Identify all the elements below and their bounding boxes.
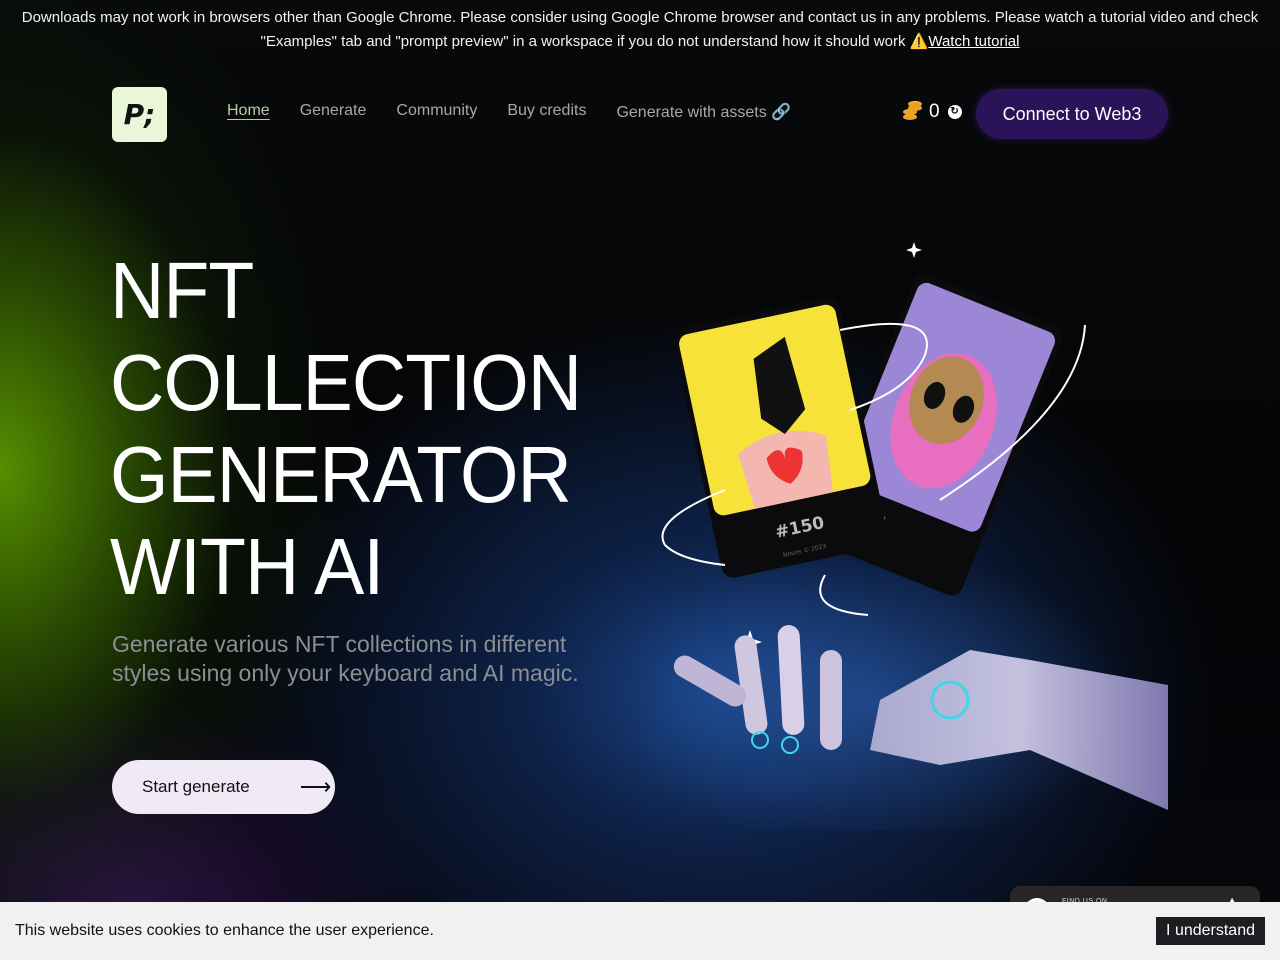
hero-title-line: WITH AI [110, 522, 384, 611]
notice-text: Downloads may not work in browsers other… [21, 9, 1259, 50]
cookie-accept-button[interactable]: I understand [1156, 917, 1265, 945]
start-generate-button[interactable]: Start generate ⟶ [112, 760, 335, 814]
nav-generate-with-assets[interactable]: Generate with assets 🔗 [616, 102, 791, 122]
credits-balance: 0 ↻ [903, 101, 962, 123]
browser-notice-banner: Downloads may not work in browsers other… [0, 6, 1280, 54]
cookie-text: This website uses cookies to enhance the… [15, 922, 434, 939]
nav-home[interactable]: Home [227, 102, 270, 122]
nft-card-front: #150 Nouns © 2023 [673, 297, 888, 578]
logo[interactable]: P; [112, 87, 167, 142]
coins-icon [903, 101, 923, 122]
hero-title-line: NFT [110, 246, 254, 335]
refresh-credits-icon[interactable]: ↻ [947, 105, 962, 119]
logo-text: P; [123, 98, 156, 131]
credits-value: 0 [929, 101, 940, 122]
cookie-banner: This website uses cookies to enhance the… [0, 902, 1280, 960]
connect-web3-button[interactable]: Connect to Web3 [976, 89, 1168, 139]
nav-generate[interactable]: Generate [300, 102, 367, 122]
main-nav: Home Generate Community Buy credits Gene… [227, 102, 791, 122]
arrow-right-icon: ⟶ [299, 774, 332, 799]
hero-title-line: GENERATOR [110, 430, 572, 519]
nav-buy-credits[interactable]: Buy credits [507, 102, 586, 122]
hero-title-line: COLLECTION [110, 338, 582, 427]
watch-tutorial-link[interactable]: Watch tutorial [928, 33, 1019, 50]
start-generate-label: Start generate [142, 777, 250, 796]
hero-title: NFT COLLECTION GENERATOR WITH AI [110, 245, 611, 613]
nav-community[interactable]: Community [396, 102, 477, 122]
warning-icon: ⚠️ [909, 33, 929, 50]
hero-illustration: #33 #150 Nouns © 2023 [640, 242, 1168, 830]
hero-subtitle: Generate various NFT collections in diff… [112, 631, 579, 686]
sparkle-icon [906, 242, 922, 258]
